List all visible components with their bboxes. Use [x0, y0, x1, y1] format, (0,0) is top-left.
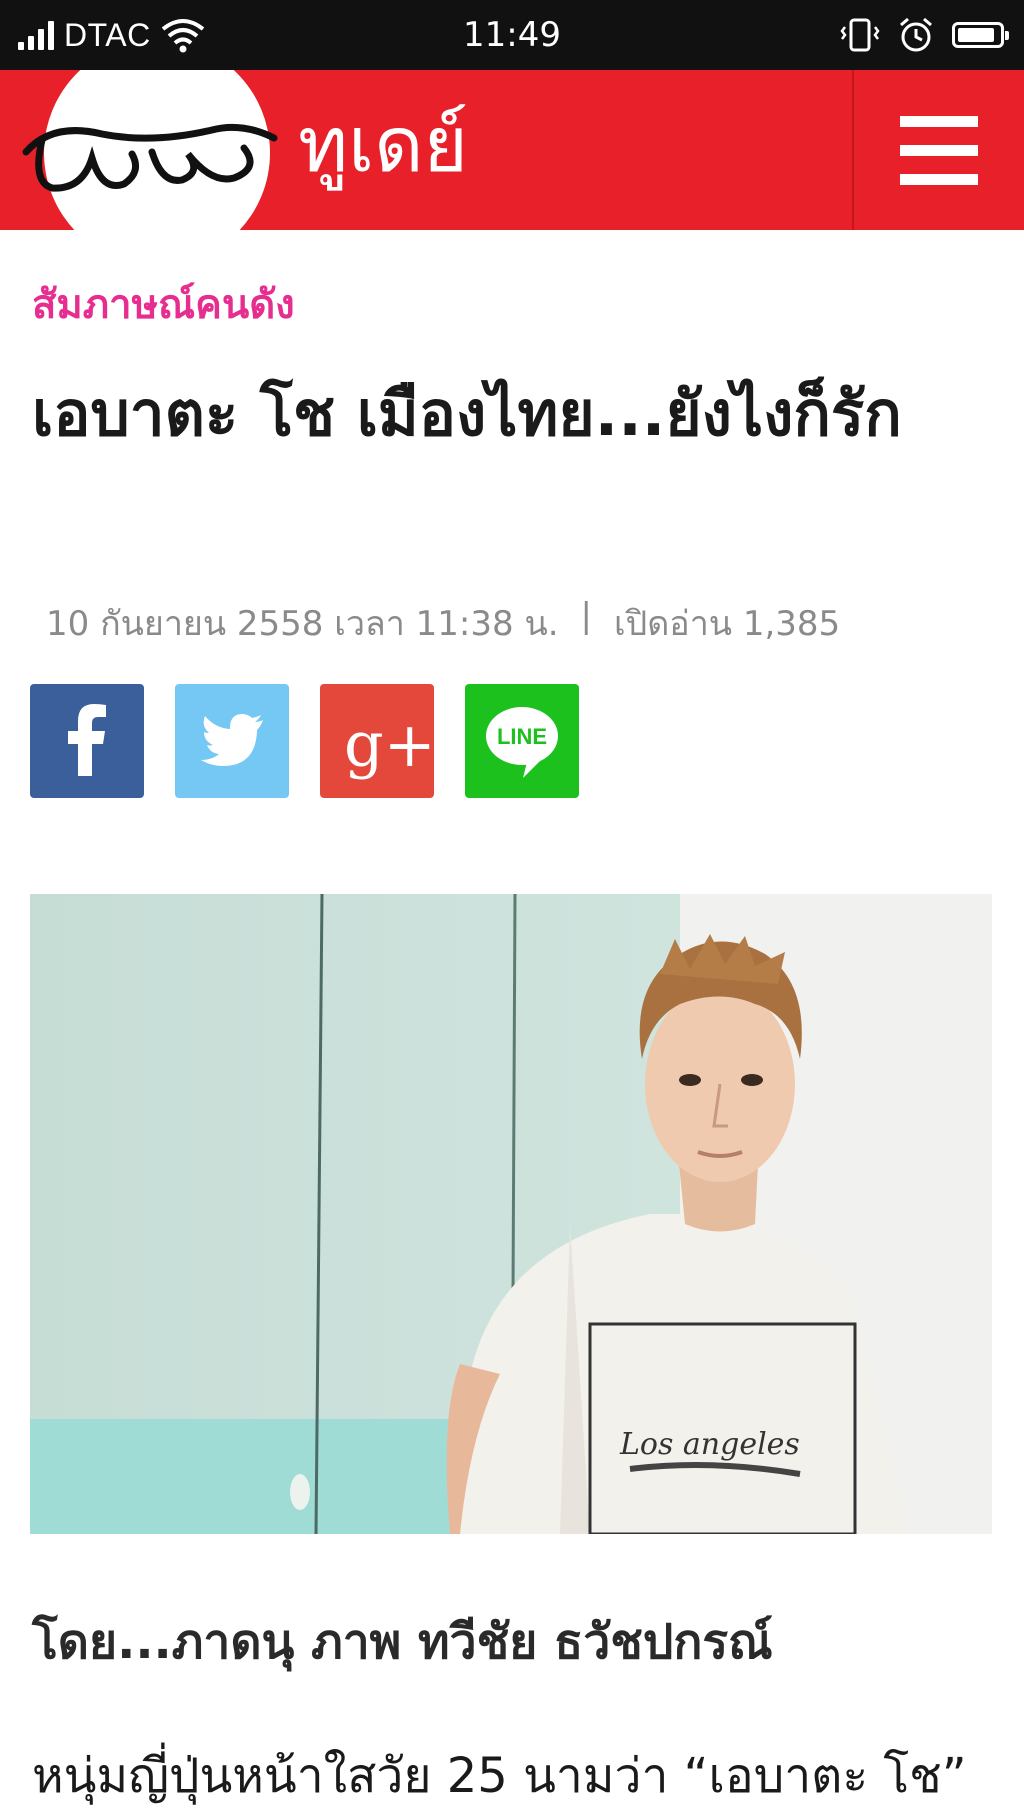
vibrate-icon [840, 18, 880, 52]
hamburger-menu-icon[interactable] [900, 116, 978, 186]
article-date: 10 กันยายน 2558 เวลา 11:38 น. [46, 604, 559, 644]
share-buttons: g+ LINE [30, 684, 579, 798]
article-headline: เอบาตะ โช เมืองไทย...ยังไงก็รัก [32, 377, 902, 450]
article-meta: 10 กันยายน 2558 เวลา 11:38 น. | เปิดอ่าน… [46, 596, 840, 650]
header-divider [852, 70, 854, 230]
site-header: ทูเดย์ [0, 70, 1024, 230]
article-category[interactable]: สัมภาษณ์คนดัง [32, 272, 295, 336]
google-plus-share-button[interactable]: g+ [320, 684, 436, 798]
status-right [840, 0, 1009, 70]
meta-separator: | [580, 596, 592, 636]
article-photo: Los angeles [30, 894, 992, 1534]
shirt-text: Los angeles [619, 1427, 800, 1462]
facebook-icon [68, 704, 106, 776]
logo-script-mark[interactable] [12, 92, 282, 222]
article-views: เปิดอ่าน 1,385 [613, 604, 841, 644]
battery-icon [952, 22, 1009, 48]
twitter-share-button[interactable] [175, 684, 289, 798]
line-icon: LINE [486, 707, 558, 778]
photo-illustration: Los angeles [30, 894, 992, 1534]
status-bar: DTAC 11:49 [0, 0, 1024, 70]
article-byline: โดย...ภาดนุ ภาพ ทวีชัย ธวัชปกรณ์ [32, 1614, 773, 1670]
alarm-icon [900, 17, 932, 52]
logo-text[interactable]: ทูเดย์ [298, 100, 468, 190]
google-plus-icon: g+ [344, 708, 436, 781]
twitter-icon [201, 714, 263, 766]
line-share-button[interactable]: LINE [465, 684, 579, 798]
line-label: LINE [497, 724, 547, 749]
google-plus-label: g+ [344, 708, 434, 781]
article-lead: หนุ่มญี่ปุ่นหน้าใสวัย 25 นามว่า “เอบาตะ … [32, 1748, 967, 1804]
facebook-share-button[interactable] [30, 684, 144, 798]
